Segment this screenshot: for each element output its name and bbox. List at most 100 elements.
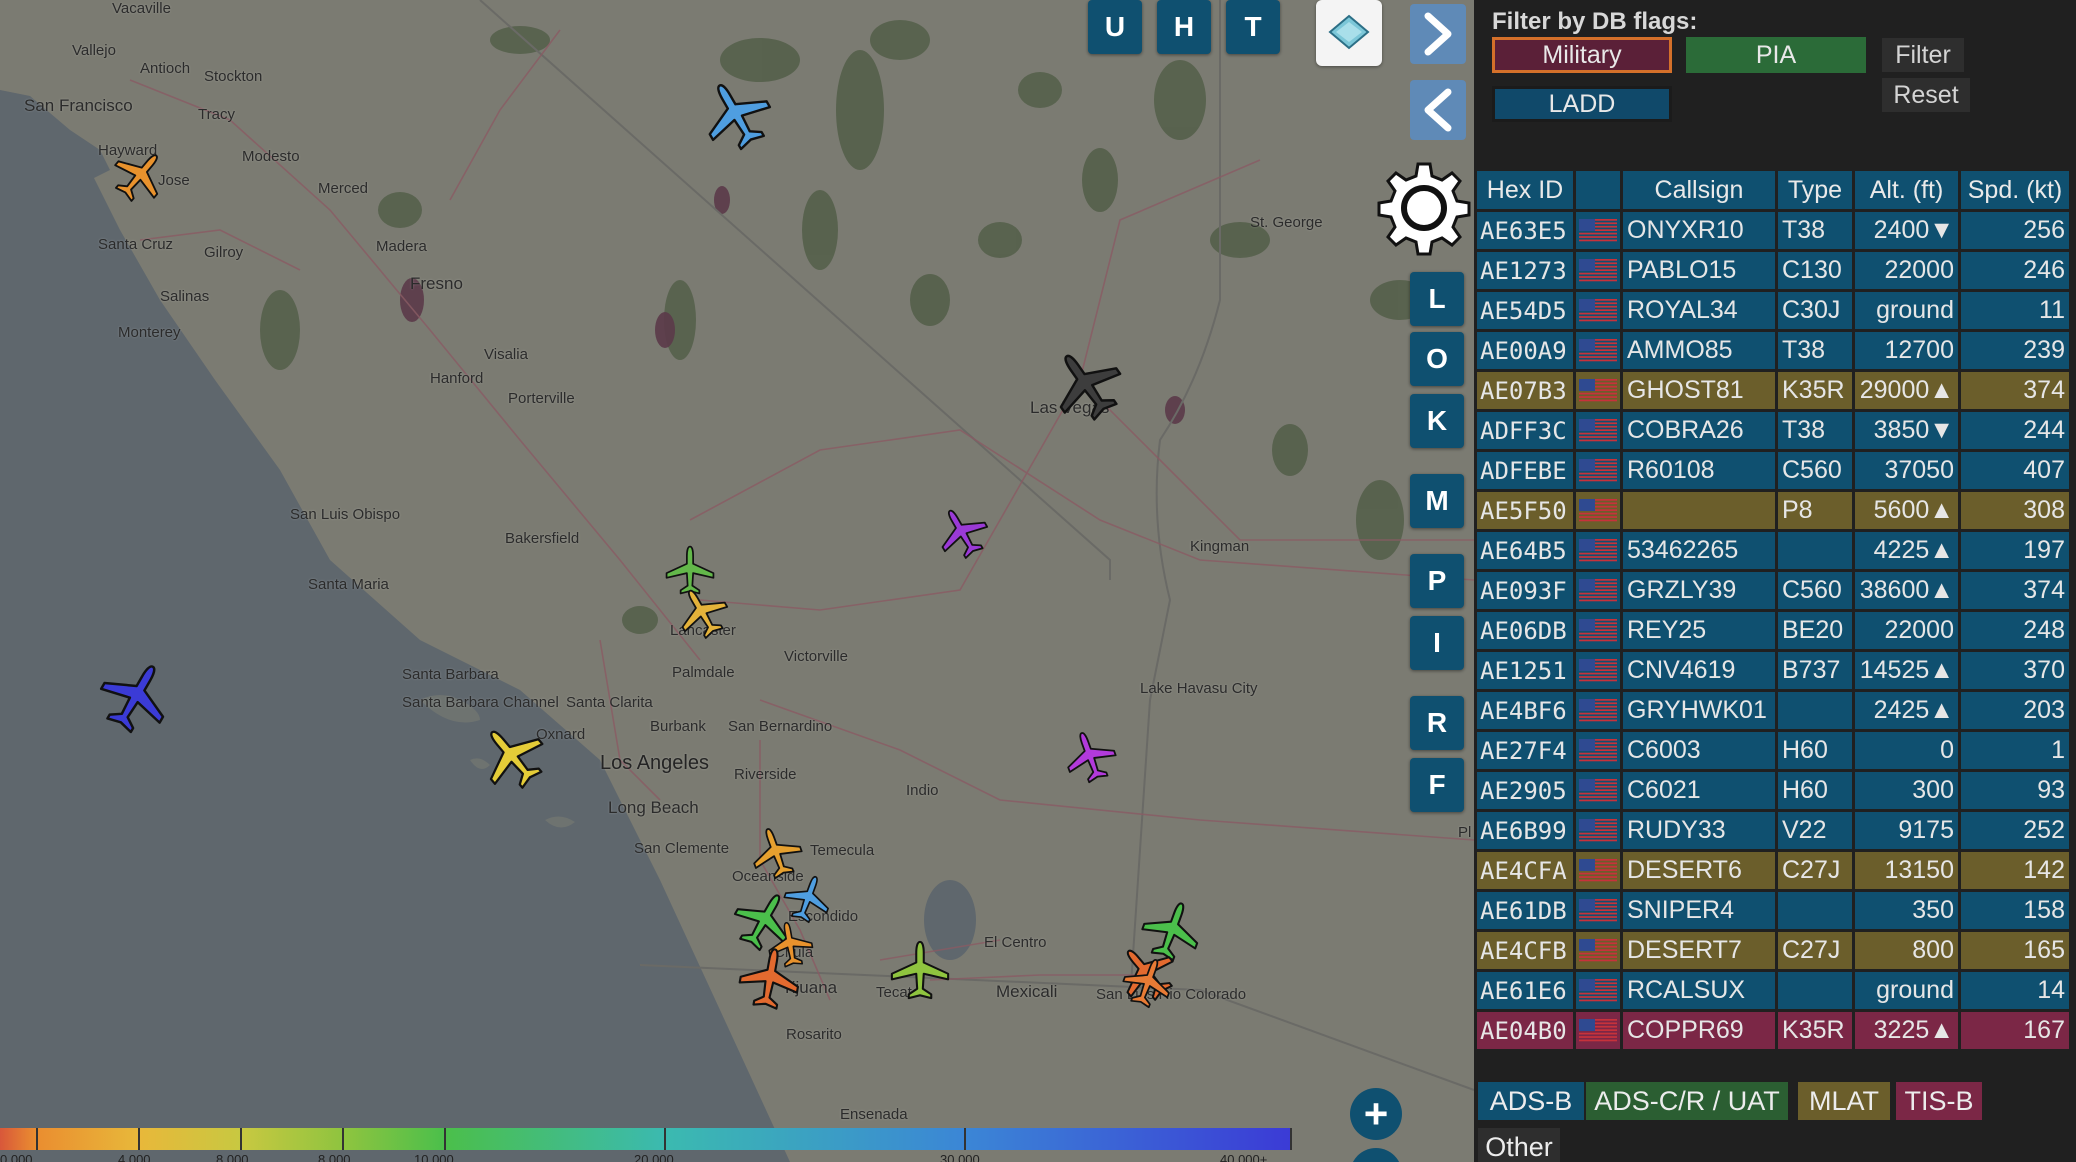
table-row[interactable]: AE2905 C6021 H60 300 93 (1477, 772, 2069, 809)
table-row[interactable]: AE4CFB DESERT7 C27J 800 165 (1477, 932, 2069, 969)
city-label: Santa Barbara Channel (402, 694, 559, 711)
column-speed[interactable]: Spd. (kt) (1961, 171, 2069, 209)
cell-hex-id: AE07B3 (1477, 372, 1573, 409)
cell-type: C130 (1778, 252, 1852, 289)
cell-callsign: C6021 (1623, 772, 1775, 809)
map[interactable]: Vacaville Vallejo Stockton Antioch San Franc… (0, 0, 1474, 1162)
cell-type: C27J (1778, 932, 1852, 969)
table-row[interactable]: AE61DB SNIPER4 350 158 (1477, 892, 2069, 929)
cell-hex-id: AE1273 (1477, 252, 1573, 289)
cell-type: C560 (1778, 572, 1852, 609)
cell-speed: 248 (1961, 612, 2069, 649)
cell-altitude: 800 (1855, 932, 1958, 969)
cell-speed: 252 (1961, 812, 2069, 849)
column-type[interactable]: Type (1778, 171, 1852, 209)
cell-speed: 14 (1961, 972, 2069, 1009)
city-label: Santa Barbara (402, 666, 499, 683)
table-row[interactable]: AE4CFA DESERT6 C27J 13150 142 (1477, 852, 2069, 889)
toggle-k-button[interactable]: K (1410, 394, 1464, 448)
cell-type: C560 (1778, 452, 1852, 489)
table-row[interactable]: AE4BF6 GRYHWK01 2425▲ 203 (1477, 692, 2069, 729)
cell-hex-id: AE63E5 (1477, 212, 1573, 249)
cell-altitude: 22000 (1855, 612, 1958, 649)
cell-callsign: C6003 (1623, 732, 1775, 769)
city-label: Long Beach (608, 798, 699, 817)
table-row[interactable]: AE1273 PABLO15 C130 22000 246 (1477, 252, 2069, 289)
military-filter-button[interactable]: Military (1492, 37, 1672, 73)
cell-flag (1576, 372, 1620, 409)
toggle-u-button[interactable]: U (1088, 0, 1142, 54)
table-row[interactable]: AE63E5 ONYXR10 T38 2400▼ 256 (1477, 212, 2069, 249)
toggle-f-button[interactable]: F (1410, 758, 1464, 812)
table-row[interactable]: AE27F4 C6003 H60 0 1 (1477, 732, 2069, 769)
colorbar-segment (38, 1128, 140, 1150)
toggle-m-button[interactable]: M (1410, 474, 1464, 528)
zoom-in-button[interactable]: + (1350, 1088, 1402, 1140)
table-row[interactable]: AE07B3 GHOST81 K35R 29000▲ 374 (1477, 372, 2069, 409)
table-row[interactable]: AE00A9 AMMO85 T38 12700 239 (1477, 332, 2069, 369)
city-label: Rosarito (786, 1026, 842, 1043)
toggle-o-button[interactable]: O (1410, 332, 1464, 386)
legend-other: Other (1478, 1128, 1560, 1162)
table-row[interactable]: AE04B0 COPPR69 K35R 3225▲ 167 (1477, 1012, 2069, 1049)
cell-speed: 167 (1961, 1012, 2069, 1049)
altitude-colorbar-labels: 0.000 4.000 8.000 8.000 10.000 20.000 30.000 40… (0, 1152, 1474, 1162)
table-row[interactable]: AE6B99 RUDY33 V22 9175 252 (1477, 812, 2069, 849)
table-row[interactable]: AE64B5 53462265 4225▲ 197 (1477, 532, 2069, 569)
collapse-sidebar-button[interactable] (1410, 80, 1466, 140)
cell-flag (1576, 532, 1620, 569)
settings-button[interactable] (1376, 160, 1472, 261)
altitude-colorbar (0, 1128, 1292, 1150)
column-hex-id[interactable]: Hex ID (1477, 171, 1573, 209)
cell-speed: 374 (1961, 372, 2069, 409)
cell-type: B737 (1778, 652, 1852, 689)
cell-flag (1576, 772, 1620, 809)
column-callsign[interactable]: Callsign (1623, 171, 1775, 209)
table-row[interactable]: ADFF3C COBRA26 T38 3850▼ 244 (1477, 412, 2069, 449)
city-label: Antioch (140, 60, 191, 77)
cell-speed: 239 (1961, 332, 2069, 369)
column-flag[interactable] (1576, 171, 1620, 209)
expand-sidebar-button[interactable] (1410, 4, 1466, 64)
table-row[interactable]: AE06DB REY25 BE20 22000 248 (1477, 612, 2069, 649)
cell-speed: 370 (1961, 652, 2069, 689)
table-row[interactable]: AE093F GRZLY39 C560 38600▲ 374 (1477, 572, 2069, 609)
cell-callsign (1623, 492, 1775, 529)
city-label: Tracy (198, 106, 235, 123)
ladd-filter-button[interactable]: LADD (1492, 86, 1672, 122)
cell-speed: 374 (1961, 572, 2069, 609)
table-row[interactable]: AE5F50 P8 5600▲ 308 (1477, 492, 2069, 529)
cell-flag (1576, 852, 1620, 889)
cell-callsign: GRZLY39 (1623, 572, 1775, 609)
table-row[interactable]: AE61E6 RCALSUX ground 14 (1477, 972, 2069, 1009)
table-row[interactable]: AE54D5 ROYAL34 C30J ground 11 (1477, 292, 2069, 329)
pia-filter-button[interactable]: PIA (1686, 37, 1866, 73)
colorbar-label: 40.000+ (1220, 1152, 1268, 1162)
aircraft-icon[interactable] (734, 942, 806, 1014)
cell-type (1778, 892, 1852, 929)
cell-type: T38 (1778, 212, 1852, 249)
toggle-p-button[interactable]: P (1410, 554, 1464, 608)
cell-type (1778, 972, 1852, 1009)
toggle-t-button[interactable]: T (1226, 0, 1280, 54)
cell-altitude: 3225▲ (1855, 1012, 1958, 1049)
aircraft-table: Hex ID Callsign Type Alt. (ft) Spd. (kt)… (1474, 168, 2072, 1052)
filter-button[interactable]: Filter (1882, 38, 1964, 72)
reset-button[interactable]: Reset (1882, 78, 1970, 112)
table-row[interactable]: ADFEBE R60108 C560 37050 407 (1477, 452, 2069, 489)
table-row[interactable]: AE1251 CNV4619 B737 14525▲ 370 (1477, 652, 2069, 689)
toggle-h-button[interactable]: H (1157, 0, 1211, 54)
aircraft-icon[interactable] (890, 940, 950, 1000)
cell-altitude: 2425▲ (1855, 692, 1958, 729)
cell-altitude: 14525▲ (1855, 652, 1958, 689)
cell-callsign: REY25 (1623, 612, 1775, 649)
toggle-i-button[interactable]: I (1410, 616, 1464, 670)
layers-button[interactable] (1316, 0, 1382, 66)
toggle-l-button[interactable]: L (1410, 272, 1464, 326)
city-label: Oxnard (536, 726, 586, 743)
toggle-r-button[interactable]: R (1410, 696, 1464, 750)
colorbar-label: 8.000 (216, 1152, 249, 1162)
cell-callsign: COBRA26 (1623, 412, 1775, 449)
cell-flag (1576, 212, 1620, 249)
column-altitude[interactable]: Alt. (ft) (1855, 171, 1958, 209)
